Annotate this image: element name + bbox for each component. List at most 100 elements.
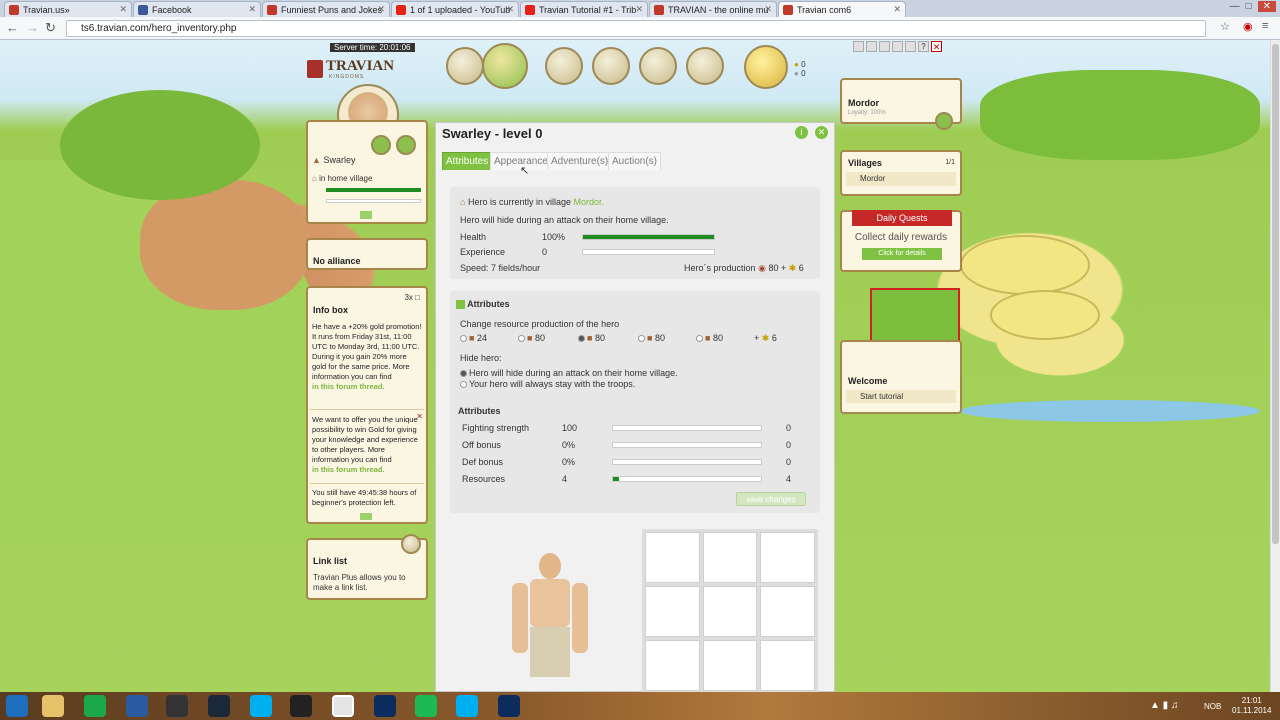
hide-option-1[interactable]: Hero will hide during an attack on their… bbox=[460, 368, 678, 378]
inventory-slot[interactable] bbox=[645, 532, 700, 583]
explorer-icon[interactable] bbox=[42, 695, 64, 717]
forum-icon[interactable] bbox=[905, 41, 916, 52]
collapse-icon[interactable] bbox=[456, 300, 465, 310]
infobox-counter[interactable]: 3x □ bbox=[404, 293, 420, 302]
close-tab-icon[interactable]: ✕ bbox=[119, 4, 127, 15]
video-icon[interactable] bbox=[166, 695, 188, 717]
profile-icon[interactable] bbox=[879, 41, 890, 52]
info-icon[interactable]: i bbox=[795, 126, 808, 139]
radio-selected-icon[interactable] bbox=[460, 370, 467, 378]
village-name[interactable]: Mordor bbox=[848, 98, 879, 108]
inventory-slot[interactable] bbox=[645, 640, 700, 691]
hide-option-2[interactable]: Your hero will always stay with the troo… bbox=[460, 379, 635, 389]
resource-option[interactable]: ■ 80 bbox=[578, 333, 605, 343]
edit-village-icon[interactable] bbox=[935, 112, 953, 130]
resource-option[interactable]: ■ 24 bbox=[460, 333, 487, 343]
obs-icon[interactable] bbox=[290, 695, 312, 717]
hero-adventure-icon[interactable] bbox=[371, 135, 391, 155]
resources-icon[interactable] bbox=[446, 47, 484, 85]
infobox-link-2[interactable]: in this forum thread. bbox=[312, 465, 422, 475]
village-link[interactable]: Mordor. bbox=[574, 197, 605, 207]
start-tutorial-item[interactable]: Start tutorial bbox=[846, 390, 956, 403]
page-scrollbar[interactable] bbox=[1270, 40, 1280, 692]
settings-icon[interactable] bbox=[866, 41, 877, 52]
radio-icon[interactable] bbox=[518, 335, 525, 343]
back-icon[interactable]: ← bbox=[6, 20, 19, 35]
close-window-icon[interactable]: ✕ bbox=[1257, 1, 1276, 12]
plus-icon[interactable] bbox=[744, 45, 788, 89]
save-changes-button[interactable]: save changes bbox=[736, 492, 806, 506]
url-field[interactable]: ts6.travian.com/hero_inventory.php bbox=[66, 20, 1206, 37]
close-icon[interactable]: ✕ bbox=[815, 126, 828, 139]
close-tab-icon[interactable]: ✕ bbox=[248, 4, 256, 15]
tab-adventures[interactable]: Adventure(s) bbox=[547, 152, 613, 170]
browser-tab[interactable]: TRAVIAN - the online mu ✕ bbox=[649, 1, 777, 17]
language-indicator[interactable]: NOB bbox=[1204, 702, 1221, 711]
editor-icon[interactable] bbox=[126, 695, 148, 717]
collapse-toggle-icon[interactable] bbox=[360, 211, 372, 219]
inventory-slot[interactable] bbox=[702, 586, 758, 637]
village-icon[interactable] bbox=[482, 43, 528, 89]
tab-attributes[interactable]: Attributes bbox=[442, 152, 493, 170]
daily-quests-title[interactable]: Daily Quests bbox=[852, 210, 952, 226]
skype-icon[interactable] bbox=[250, 695, 272, 717]
plus-icon[interactable] bbox=[853, 41, 864, 52]
league-icon-2[interactable] bbox=[498, 695, 520, 717]
inventory-slot[interactable] bbox=[702, 532, 758, 583]
hero-name[interactable]: Swarley bbox=[323, 155, 355, 165]
league-icon[interactable] bbox=[374, 695, 396, 717]
help-icon[interactable]: ? bbox=[918, 41, 929, 52]
close-tab-icon[interactable]: ✕ bbox=[635, 4, 643, 15]
tab-auctions[interactable]: Auction(s) bbox=[608, 152, 662, 170]
close-message-icon[interactable]: ✕ bbox=[416, 412, 423, 421]
spotify-icon[interactable] bbox=[415, 695, 437, 717]
clock[interactable]: 21:01 01.11.2014 bbox=[1232, 696, 1271, 716]
extension-icon[interactable]: ◉ bbox=[1243, 20, 1253, 33]
messages-icon[interactable] bbox=[686, 47, 724, 85]
steam-icon[interactable] bbox=[208, 695, 230, 717]
map-icon[interactable] bbox=[545, 47, 583, 85]
chrome-icon[interactable] bbox=[332, 695, 354, 717]
hero-auction-icon[interactable] bbox=[396, 135, 416, 155]
inventory-slot[interactable] bbox=[702, 640, 758, 691]
browser-tab[interactable]: Facebook ✕ bbox=[133, 1, 261, 17]
reload-icon[interactable]: ↻ bbox=[45, 20, 56, 36]
browser-tab[interactable]: Travian.us» ✕ bbox=[4, 1, 132, 17]
maximize-icon[interactable]: □ bbox=[1246, 1, 1252, 12]
close-tab-icon[interactable]: ✕ bbox=[377, 4, 385, 15]
attributes-header[interactable]: Attributes bbox=[456, 299, 510, 310]
excel-icon[interactable] bbox=[84, 695, 106, 717]
scrollbar-thumb[interactable] bbox=[1272, 44, 1279, 544]
travian-logo[interactable]: TRAVIAN KINGDOMS bbox=[307, 58, 394, 82]
logout-icon[interactable]: ✕ bbox=[931, 41, 942, 52]
edit-icon[interactable] bbox=[401, 534, 421, 554]
radio-icon[interactable] bbox=[696, 335, 703, 343]
radio-icon[interactable] bbox=[578, 335, 585, 343]
daily-quests-button[interactable]: Click for details bbox=[862, 248, 942, 260]
close-tab-icon[interactable]: ✕ bbox=[893, 4, 901, 15]
forward-icon[interactable]: → bbox=[26, 20, 39, 35]
close-all-icon[interactable]: □ bbox=[415, 293, 420, 302]
radio-icon[interactable] bbox=[460, 335, 467, 343]
minimize-icon[interactable]: — bbox=[1230, 1, 1240, 12]
menu-icon[interactable]: ≡ bbox=[1262, 20, 1268, 32]
start-icon[interactable] bbox=[6, 695, 28, 717]
browser-tab[interactable]: Travian com6 ✕ bbox=[778, 1, 906, 17]
browser-tab[interactable]: Funniest Puns and Jokes ✕ bbox=[262, 1, 390, 17]
statistics-icon[interactable] bbox=[592, 47, 630, 85]
browser-tab[interactable]: 1 of 1 uploaded - YouTub ✕ bbox=[391, 1, 519, 17]
resource-option[interactable]: ■ 80 bbox=[518, 333, 545, 343]
close-tab-icon[interactable]: ✕ bbox=[764, 4, 772, 15]
alliance-label[interactable]: No alliance bbox=[313, 256, 361, 266]
inventory-slot[interactable] bbox=[760, 586, 815, 637]
reports-icon[interactable] bbox=[639, 47, 677, 85]
resource-option[interactable]: ■ 80 bbox=[696, 333, 723, 343]
browser-tab[interactable]: Travian Tutorial #1 - Trib ✕ bbox=[520, 1, 648, 17]
radio-icon[interactable] bbox=[460, 381, 467, 389]
star-icon[interactable]: ☆ bbox=[1220, 20, 1230, 33]
inventory-slot[interactable] bbox=[645, 586, 700, 637]
radio-icon[interactable] bbox=[638, 335, 645, 343]
village-list-item[interactable]: Mordor bbox=[846, 172, 956, 186]
inventory-slot[interactable] bbox=[760, 532, 815, 583]
skype-icon-2[interactable] bbox=[456, 695, 478, 717]
